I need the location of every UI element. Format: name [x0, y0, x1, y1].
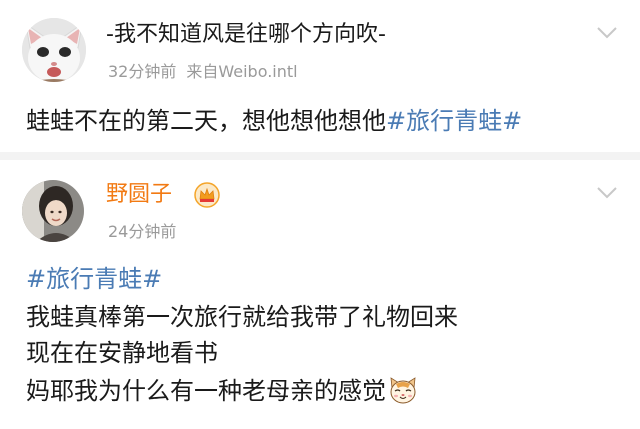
weibo-post-2: 野圆子 24分钟前 #旅行青蛙# 我蛙真棒第一次旅行就给我带了礼物回来 现在在安…: [0, 160, 640, 429]
post-text-final: 妈耶我为什么有一种老母亲的感觉: [26, 377, 386, 405]
post-text-line: 现在在安静地看书: [26, 339, 218, 367]
user-avatar[interactable]: [22, 18, 86, 82]
post-time: 32分钟前: [108, 62, 177, 81]
chevron-down-icon[interactable]: [596, 186, 618, 200]
post-body: 蛙蛙不在的第二天，想他想他想他: [26, 107, 386, 135]
cat-face-emoji-icon: [390, 377, 416, 404]
weibo-post-1: -我不知道风是往哪个方向吹- 32分钟前 来自Weibo.intl 蛙蛙不在的第二…: [0, 0, 640, 152]
hashtag-link[interactable]: #旅行青蛙#: [26, 265, 162, 293]
crown-icon[interactable]: [194, 182, 220, 208]
post-divider: [0, 152, 640, 160]
post-time: 24分钟前: [108, 222, 177, 241]
author-name[interactable]: -我不知道风是往哪个方向吹-: [106, 20, 386, 50]
post-text-line: 我蛙真棒第一次旅行就给我带了礼物回来: [26, 303, 458, 331]
chevron-down-icon[interactable]: [596, 26, 618, 40]
cat-avatar-icon: [22, 18, 86, 82]
hashtag-link[interactable]: #旅行青蛙#: [386, 107, 522, 135]
user-avatar[interactable]: [22, 180, 84, 242]
post-text-line: #旅行青蛙#: [26, 262, 162, 296]
post-text: 蛙蛙不在的第二天，想他想他想他#旅行青蛙#: [26, 104, 522, 138]
post-text-line: 妈耶我为什么有一种老母亲的感觉: [26, 374, 418, 408]
post-source[interactable]: 来自Weibo.intl: [186, 62, 297, 81]
author-name[interactable]: 野圆子: [106, 180, 172, 210]
girl-avatar-icon: [22, 180, 84, 242]
post-meta: 24分钟前: [108, 222, 176, 242]
post-meta: 32分钟前 来自Weibo.intl: [108, 62, 298, 82]
